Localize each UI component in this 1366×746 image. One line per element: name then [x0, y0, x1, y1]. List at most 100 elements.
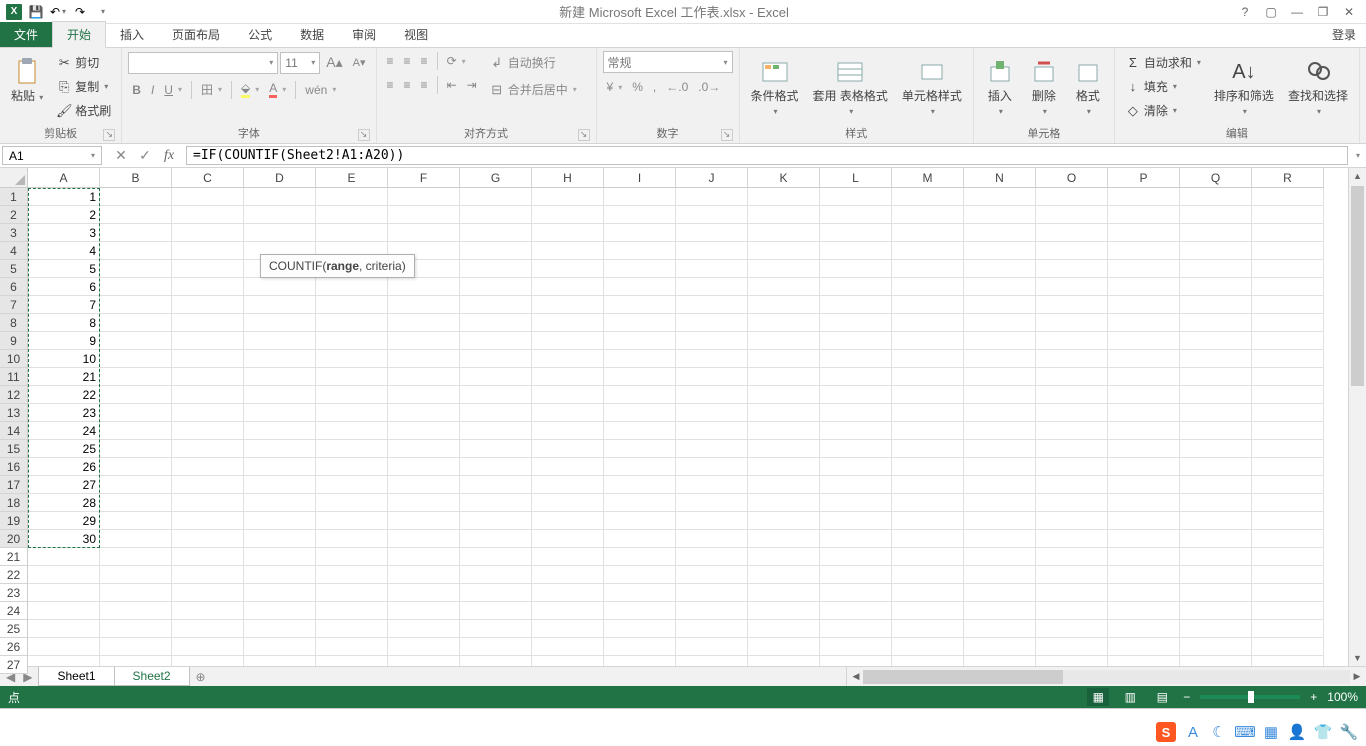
cell-O11[interactable] [1036, 368, 1108, 386]
cell-J4[interactable] [676, 242, 748, 260]
cell-E24[interactable] [316, 602, 388, 620]
cell-L23[interactable] [820, 584, 892, 602]
cell-O6[interactable] [1036, 278, 1108, 296]
tray-icon-2[interactable]: ⌨ [1236, 723, 1254, 741]
cell-L20[interactable] [820, 530, 892, 548]
cell-C13[interactable] [172, 404, 244, 422]
cell-A10[interactable]: 10 [28, 350, 100, 368]
cell-F21[interactable] [388, 548, 460, 566]
add-sheet-button[interactable]: ⊕ [189, 667, 213, 686]
cell-C6[interactable] [172, 278, 244, 296]
phonetic-button[interactable]: wén▾ [301, 80, 340, 100]
cell-J11[interactable] [676, 368, 748, 386]
row-header-13[interactable]: 13 [0, 404, 28, 422]
cell-B13[interactable] [100, 404, 172, 422]
cell-A25[interactable] [28, 620, 100, 638]
cell-F22[interactable] [388, 566, 460, 584]
cell-J17[interactable] [676, 476, 748, 494]
cell-P6[interactable] [1108, 278, 1180, 296]
cell-P10[interactable] [1108, 350, 1180, 368]
cell-O17[interactable] [1036, 476, 1108, 494]
cell-B17[interactable] [100, 476, 172, 494]
orientation-button[interactable]: ⟳▾ [443, 51, 470, 71]
cell-J7[interactable] [676, 296, 748, 314]
tab-formulas[interactable]: 公式 [234, 22, 286, 47]
cell-F2[interactable] [388, 206, 460, 224]
cell-N21[interactable] [964, 548, 1036, 566]
col-header-C[interactable]: C [172, 168, 244, 188]
tab-review[interactable]: 审阅 [338, 22, 390, 47]
cell-E17[interactable] [316, 476, 388, 494]
cell-N10[interactable] [964, 350, 1036, 368]
cell-M22[interactable] [892, 566, 964, 584]
cell-I13[interactable] [604, 404, 676, 422]
cell-G12[interactable] [460, 386, 532, 404]
cell-L13[interactable] [820, 404, 892, 422]
cell-L2[interactable] [820, 206, 892, 224]
cell-C9[interactable] [172, 332, 244, 350]
cell-A21[interactable] [28, 548, 100, 566]
cell-J8[interactable] [676, 314, 748, 332]
cell-H13[interactable] [532, 404, 604, 422]
cell-R10[interactable] [1252, 350, 1324, 368]
cell-P21[interactable] [1108, 548, 1180, 566]
cell-R13[interactable] [1252, 404, 1324, 422]
cell-N4[interactable] [964, 242, 1036, 260]
cell-C22[interactable] [172, 566, 244, 584]
cell-I26[interactable] [604, 638, 676, 656]
cell-P23[interactable] [1108, 584, 1180, 602]
currency-button[interactable]: ¥▾ [603, 77, 627, 97]
cell-I1[interactable] [604, 188, 676, 206]
cell-K14[interactable] [748, 422, 820, 440]
cell-N3[interactable] [964, 224, 1036, 242]
cell-N7[interactable] [964, 296, 1036, 314]
cell-P16[interactable] [1108, 458, 1180, 476]
cell-D14[interactable] [244, 422, 316, 440]
cell-C10[interactable] [172, 350, 244, 368]
cell-M19[interactable] [892, 512, 964, 530]
cell-H21[interactable] [532, 548, 604, 566]
cell-N8[interactable] [964, 314, 1036, 332]
view-normal-button[interactable]: ▦ [1087, 688, 1109, 706]
cell-B2[interactable] [100, 206, 172, 224]
cell-H19[interactable] [532, 512, 604, 530]
row-header-27[interactable]: 27 [0, 656, 28, 674]
cell-O10[interactable] [1036, 350, 1108, 368]
cell-Q4[interactable] [1180, 242, 1252, 260]
cell-G4[interactable] [460, 242, 532, 260]
cell-O18[interactable] [1036, 494, 1108, 512]
col-header-D[interactable]: D [244, 168, 316, 188]
cell-M17[interactable] [892, 476, 964, 494]
cell-O27[interactable] [1036, 656, 1108, 666]
cell-Q25[interactable] [1180, 620, 1252, 638]
cell-D17[interactable] [244, 476, 316, 494]
cell-J20[interactable] [676, 530, 748, 548]
cell-D27[interactable] [244, 656, 316, 666]
zoom-in-button[interactable]: + [1310, 690, 1317, 704]
cell-A9[interactable]: 9 [28, 332, 100, 350]
row-header-8[interactable]: 8 [0, 314, 28, 332]
cell-Q24[interactable] [1180, 602, 1252, 620]
app-icon[interactable]: X [4, 2, 24, 22]
cell-L24[interactable] [820, 602, 892, 620]
align-launcher[interactable]: ↘ [578, 129, 590, 141]
cell-G7[interactable] [460, 296, 532, 314]
cell-H9[interactable] [532, 332, 604, 350]
cell-L19[interactable] [820, 512, 892, 530]
cell-H12[interactable] [532, 386, 604, 404]
col-header-B[interactable]: B [100, 168, 172, 188]
cell-J13[interactable] [676, 404, 748, 422]
row-header-6[interactable]: 6 [0, 278, 28, 296]
number-launcher[interactable]: ↘ [721, 129, 733, 141]
cell-J2[interactable] [676, 206, 748, 224]
zoom-out-button[interactable]: − [1183, 690, 1190, 704]
cell-I2[interactable] [604, 206, 676, 224]
cell-A4[interactable]: 4 [28, 242, 100, 260]
format-painter-button[interactable]: 🖌格式刷 [52, 99, 115, 122]
tray-icon-0[interactable]: A [1184, 723, 1202, 741]
cell-R1[interactable] [1252, 188, 1324, 206]
cell-Q18[interactable] [1180, 494, 1252, 512]
cell-Q13[interactable] [1180, 404, 1252, 422]
cell-B27[interactable] [100, 656, 172, 666]
tab-layout[interactable]: 页面布局 [158, 22, 234, 47]
